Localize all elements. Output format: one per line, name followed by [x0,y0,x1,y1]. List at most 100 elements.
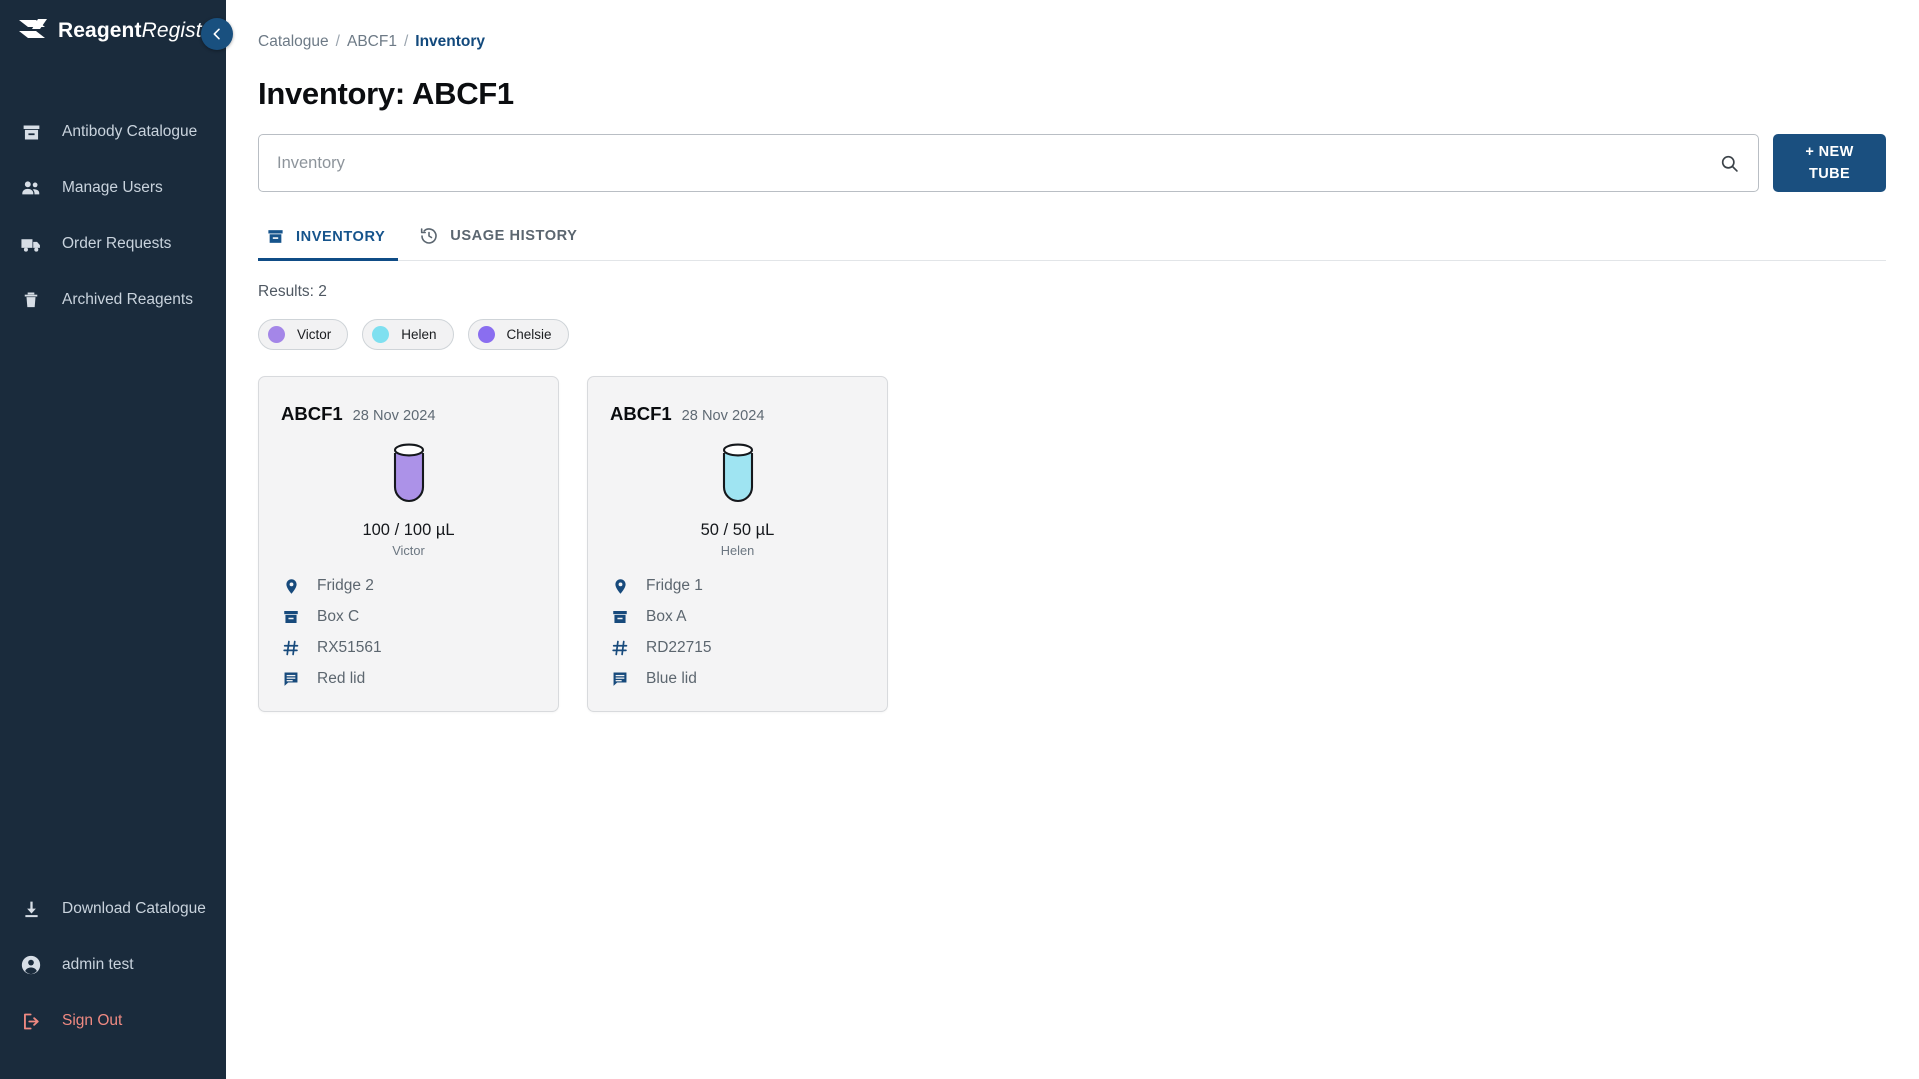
search-icon[interactable] [1719,153,1740,174]
meta-value: RD22715 [646,639,712,656]
inventory-card-list: ABCF1 28 Nov 2024 100 / 100 µL Victor Fr… [258,376,1919,712]
sidebar-item-account[interactable]: admin test [0,937,226,993]
tube-owner: Helen [720,543,755,558]
user-color-dot [268,326,285,343]
location-pin-icon [610,576,630,596]
breadcrumb-separator: / [403,33,409,50]
sidebar-item-label: Sign Out [62,1012,123,1029]
tube-visual-area: 50 / 50 µL Helen [610,437,865,558]
sidebar-item-manage-users[interactable]: Manage Users [0,160,226,216]
user-chip-list: Victor Helen Chelsie [258,319,1919,350]
results-count: Results: 2 [258,283,327,300]
hash-icon [610,638,630,658]
tab-label: INVENTORY [296,228,386,245]
sidebar-item-download-catalogue[interactable]: Download Catalogue [0,881,226,937]
meta-row-comment: Blue lid [610,669,865,689]
meta-row-comment: Red lid [281,669,536,689]
hash-icon [281,638,301,658]
download-icon [18,897,44,921]
tabs-divider [258,258,1886,261]
search-row: + NEW TUBE [258,134,1919,192]
sidebar-nav-secondary: Download Catalogue admin test Sign Out [0,881,226,1079]
tab-list: INVENTORY USAGE HISTORY [258,220,1886,261]
sidebar-item-sign-out[interactable]: Sign Out [0,993,226,1049]
user-chip-victor[interactable]: Victor [258,319,349,350]
main-content: Catalogue / ABCF1 / Inventory Inventory:… [226,0,1919,1079]
people-icon [18,176,44,200]
search-box[interactable] [258,134,1759,192]
tab-label: USAGE HISTORY [450,228,578,244]
brand-name-bold: Reagent [58,19,142,42]
tube-visual-area: 100 / 100 µL Victor [281,437,536,558]
card-code: ABCF1 [610,403,672,424]
card-header: ABCF1 28 Nov 2024 [610,403,865,425]
breadcrumb: Catalogue / ABCF1 / Inventory [258,0,1919,51]
card-date: 28 Nov 2024 [352,408,436,424]
user-color-dot [477,326,495,343]
user-chip-label: Helen [401,327,437,342]
archive-box-icon [610,607,630,627]
card-meta-list: Fridge 1 Box A RD22715 Blue lid [610,576,865,689]
tube-owner: Victor [392,543,425,558]
sidebar-item-label: Order Requests [62,235,172,252]
archive-box-icon [18,120,44,144]
page-title: Inventory: ABCF1 [258,76,514,111]
trash-icon [18,288,44,312]
sidebar-item-archived-reagents[interactable]: Archived Reagents [0,272,226,328]
user-chip-label: Victor [297,327,332,342]
meta-row-lot: RX51561 [281,638,536,658]
sidebar-collapse-button[interactable] [201,18,233,50]
sidebar-item-label: Download Catalogue [62,900,206,917]
sidebar-item-antibody-catalogue[interactable]: Antibody Catalogue [0,104,226,160]
user-chip-label: Chelsie [506,327,552,342]
tabs-section: INVENTORY USAGE HISTORY [258,220,1919,261]
meta-value: Red lid [317,670,366,687]
meta-row-box: Box C [281,607,536,627]
meta-value: Fridge 1 [646,577,703,594]
sidebar-item-label: admin test [62,956,134,973]
inventory-card[interactable]: ABCF1 28 Nov 2024 50 / 50 µL Helen Fridg… [587,376,888,712]
location-pin-icon [281,576,301,596]
breadcrumb-separator: / [335,33,340,50]
tab-usage-history[interactable]: USAGE HISTORY [411,220,603,261]
breadcrumb-item-inventory: Inventory [415,33,486,50]
history-icon [419,226,439,246]
truck-icon [18,232,44,256]
app-root: ReagentRegistry Antibody Catalogue Manag… [0,0,1919,1079]
sidebar: ReagentRegistry Antibody Catalogue Manag… [0,0,233,1079]
comment-icon [281,669,301,689]
user-chip-chelsie[interactable]: Chelsie [467,319,569,350]
search-input[interactable] [277,153,1719,173]
card-date: 28 Nov 2024 [681,408,765,424]
logout-icon [18,1009,44,1033]
logo-chevrons-icon [19,19,47,38]
meta-row-lot: RD22715 [610,638,865,658]
tube-volume: 50 / 50 µL [700,521,775,539]
new-tube-button-line2: TUBE [1808,166,1851,182]
breadcrumb-item-catalogue[interactable]: Catalogue [258,33,329,51]
sidebar-item-label: Manage Users [62,179,163,196]
archive-box-icon [281,607,301,627]
tube-icon [722,443,753,502]
inventory-card[interactable]: ABCF1 28 Nov 2024 100 / 100 µL Victor Fr… [258,376,559,712]
meta-value: RX51561 [317,639,382,656]
card-header: ABCF1 28 Nov 2024 [281,403,536,425]
new-tube-button[interactable]: + NEW TUBE [1773,134,1886,192]
brand[interactable]: ReagentRegistry [0,0,226,62]
tube-icon [393,443,424,502]
card-code: ABCF1 [281,403,343,424]
meta-value: Box C [317,608,360,625]
new-tube-button-line1: + NEW [1805,143,1854,160]
sidebar-item-label: Antibody Catalogue [62,123,198,140]
account-circle-icon [18,953,44,977]
user-chip-helen[interactable]: Helen [362,319,454,350]
meta-row-location: Fridge 2 [281,576,536,596]
tab-inventory[interactable]: INVENTORY [258,221,411,261]
active-tab-underline [258,258,398,261]
meta-row-box: Box A [610,607,865,627]
user-color-dot [372,326,390,343]
breadcrumb-item-abcf1[interactable]: ABCF1 [347,33,397,51]
comment-icon [610,669,630,689]
meta-value: Box A [646,608,687,625]
sidebar-item-order-requests[interactable]: Order Requests [0,216,226,272]
